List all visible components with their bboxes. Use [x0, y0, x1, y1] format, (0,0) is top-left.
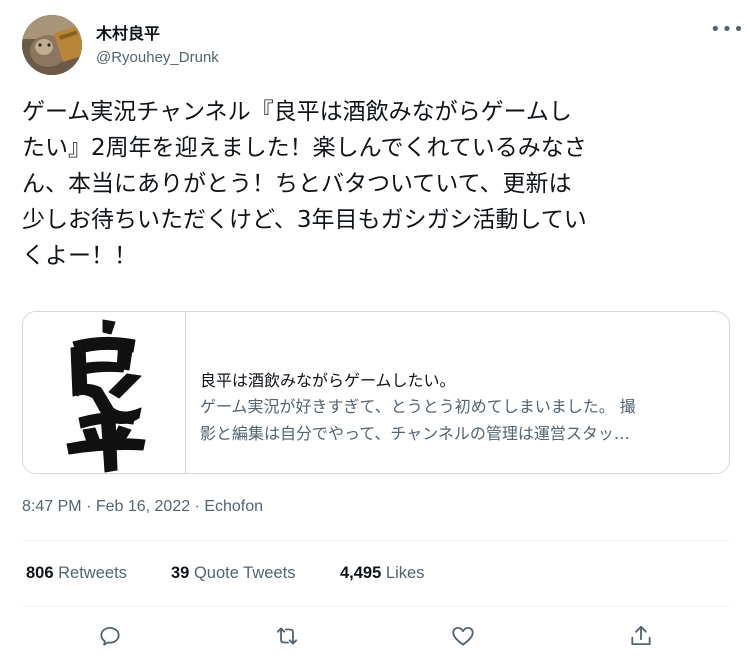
divider — [22, 540, 730, 541]
share-button[interactable] — [625, 620, 657, 652]
likes-count: 4,495 — [340, 564, 382, 582]
meta-separator: · — [81, 498, 96, 515]
tweet-time[interactable]: 8:47 PM — [22, 498, 82, 515]
tweet-source[interactable]: Echofon — [204, 498, 263, 515]
divider — [22, 606, 730, 607]
avatar-image — [22, 15, 82, 75]
retweet-button[interactable] — [271, 620, 303, 652]
retweets-label: Retweets — [58, 564, 127, 582]
card-title: 良平は酒飲みながらゲームしたい。 — [200, 371, 456, 390]
avatar[interactable] — [22, 15, 82, 75]
tweet-header: 木村良平 @Ryouhey_Drunk ••• — [22, 15, 744, 77]
share-icon — [631, 625, 651, 646]
meta-separator: · — [190, 498, 205, 515]
like-icon — [452, 626, 474, 646]
likes-label: Likes — [385, 564, 425, 582]
more-horizontal-icon: ••• — [710, 19, 745, 40]
retweets-count: 806 — [26, 564, 54, 582]
card-thumbnail — [23, 312, 186, 473]
tweet-text: ゲーム実況チャンネル『良平は酒飲みながらゲームし たい』2周年を迎えました！楽し… — [22, 99, 587, 269]
retweets-stat[interactable]: 806 Retweets — [26, 562, 127, 584]
like-button[interactable] — [447, 620, 479, 652]
calligraphy-logo — [66, 319, 146, 473]
reply-button[interactable] — [94, 620, 126, 652]
user-handle[interactable]: @Ryouhey_Drunk — [96, 48, 219, 68]
display-name[interactable]: 木村良平 — [96, 24, 160, 44]
quote-tweets-label: Quote Tweets — [193, 564, 296, 582]
card-description: ゲーム実況が好きすぎて、とうとう初めてしまいました。 撮 影と編集は自分でやって… — [200, 397, 636, 443]
likes-stat[interactable]: 4,495 Likes — [340, 562, 424, 584]
quote-tweets-stat[interactable]: 39 Quote Tweets — [171, 562, 295, 584]
tweet-actions — [0, 620, 748, 652]
more-options-button[interactable]: ••• — [710, 21, 744, 43]
tweet-date[interactable]: Feb 16, 2022 — [96, 498, 190, 515]
reply-icon — [100, 626, 120, 646]
link-card[interactable]: 良平は酒飲みながらゲームしたい。 ゲーム実況が好きすぎて、とうとう初めてしまいま… — [22, 311, 730, 474]
tweet-meta: 8:47 PM · Feb 16, 2022 · Echofon — [22, 496, 263, 518]
card-text: 良平は酒飲みながらゲームしたい。 ゲーム実況が好きすぎて、とうとう初めてしまいま… — [200, 370, 720, 447]
quote-tweets-count: 39 — [171, 564, 190, 582]
retweet-icon — [276, 627, 298, 645]
